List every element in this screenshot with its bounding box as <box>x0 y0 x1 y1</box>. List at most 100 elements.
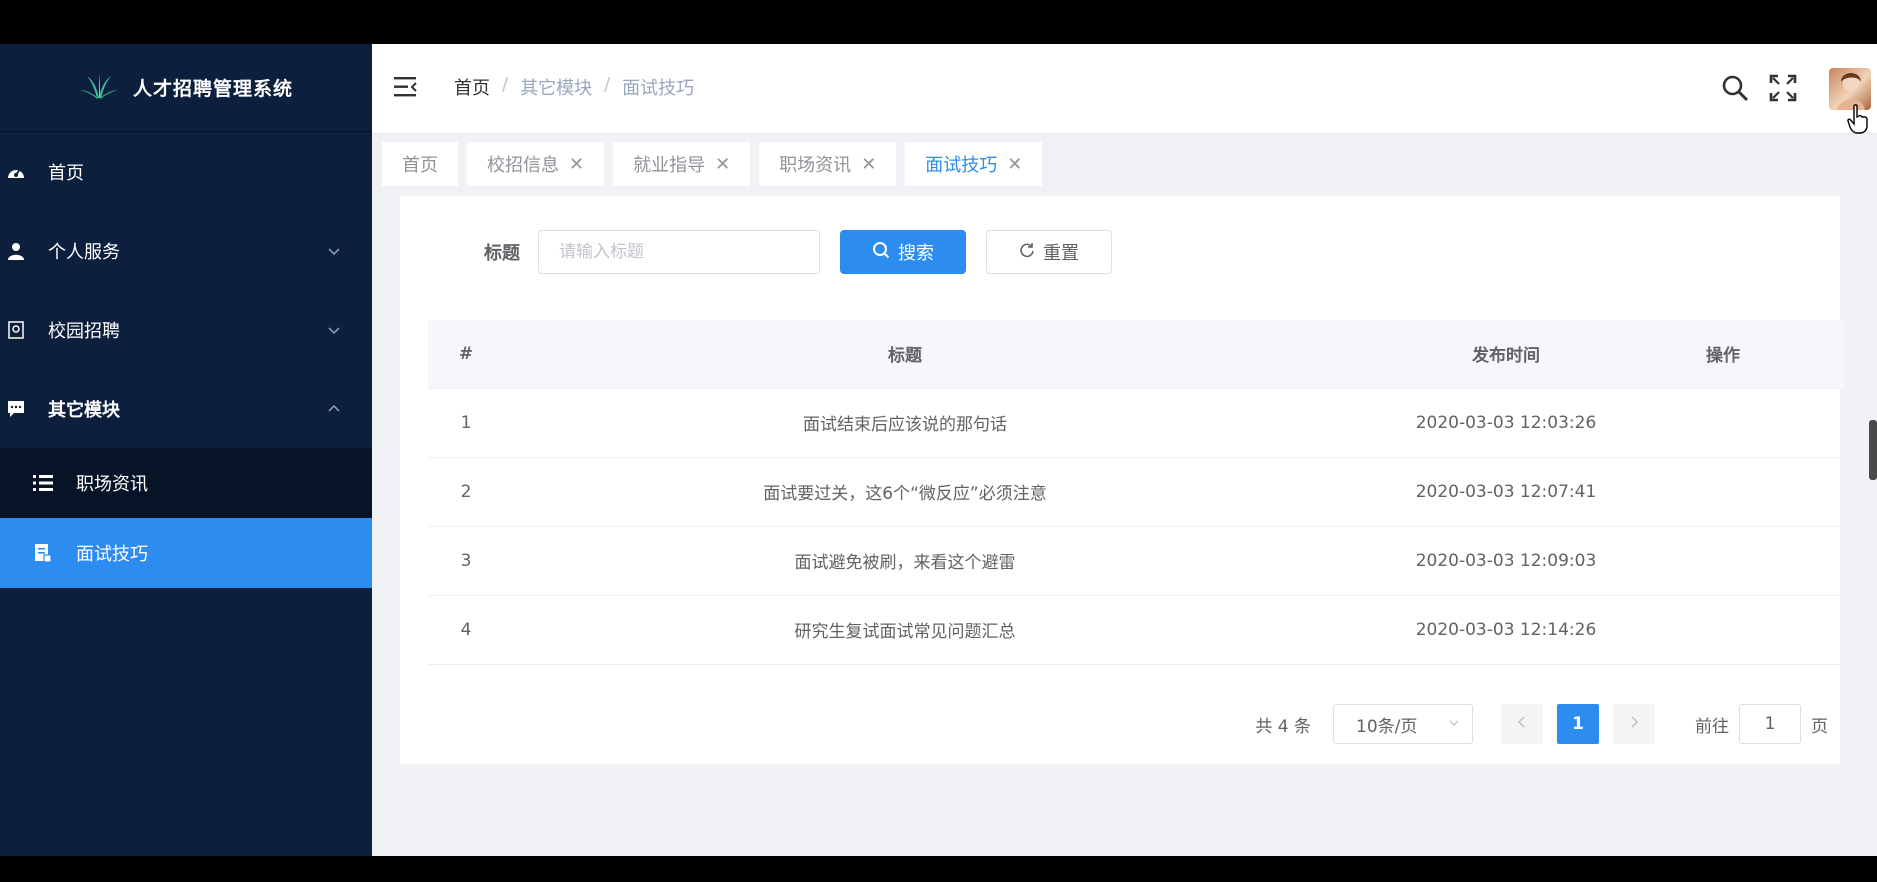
row-index: 1 <box>460 412 472 433</box>
close-icon[interactable]: ✕ <box>715 154 730 175</box>
dashboard-icon <box>6 162 26 182</box>
list-icon <box>32 472 54 494</box>
breadcrumb-separator: / <box>604 74 611 95</box>
breadcrumb: 首页 / 其它模块 / 面试技巧 <box>454 74 694 100</box>
tags-view: 首页 校招信息 ✕ 就业指导 ✕ 职场资讯 ✕ 面试技巧 ✕ <box>372 142 1877 188</box>
top-header: 首页 / 其它模块 / 面试技巧 <box>372 44 1877 134</box>
sidebar: 人才招聘管理系统 首页 个人服务 校园招聘 其它模块 职场资讯 面试技巧 <box>0 44 372 856</box>
tab-label: 就业指导 <box>633 155 706 176</box>
page-size-select[interactable]: 10条/页 <box>1333 704 1473 744</box>
chevron-down-icon <box>1448 714 1460 734</box>
brand: 人才招聘管理系统 <box>0 44 372 132</box>
sidebar-item-home[interactable]: 首页 <box>0 132 372 211</box>
sidebar-item-label: 首页 <box>48 162 84 184</box>
tab-home[interactable]: 首页 <box>382 142 458 186</box>
search-icon <box>872 241 890 264</box>
prev-page-button[interactable] <box>1501 704 1543 744</box>
page-number-current[interactable]: 1 <box>1557 704 1599 744</box>
tab-label: 首页 <box>402 155 438 176</box>
refresh-icon <box>1019 242 1035 263</box>
breadcrumb-separator: / <box>502 74 509 95</box>
menu-toggle-icon[interactable] <box>394 76 418 98</box>
message-icon <box>6 399 26 419</box>
submenu-other-modules: 职场资讯 面试技巧 <box>0 448 372 588</box>
fullscreen-icon[interactable] <box>1769 74 1797 102</box>
row-title: 研究生复试面试常见问题汇总 <box>794 622 1016 642</box>
row-index: 2 <box>460 481 472 502</box>
row-actions <box>1706 526 1844 595</box>
tab-label: 校招信息 <box>487 155 559 176</box>
sidebar-item-campus-recruit[interactable]: 校园招聘 <box>0 290 372 369</box>
chevron-up-icon <box>326 401 342 417</box>
sidebar-item-personal-service[interactable]: 个人服务 <box>0 211 372 290</box>
cursor-hand-icon <box>1847 104 1869 138</box>
sidebar-item-label: 职场资讯 <box>76 474 148 495</box>
sidebar-item-label: 面试技巧 <box>76 544 148 565</box>
tab-workplace-news[interactable]: 职场资讯 ✕ <box>759 142 897 186</box>
column-header-date: 发布时间 <box>1472 346 1540 367</box>
document-icon <box>32 542 54 564</box>
page-suffix: 页 <box>1811 716 1828 737</box>
app-title: 人才招聘管理系统 <box>132 78 293 100</box>
pagination-total: 共 4 条 <box>1255 716 1311 737</box>
column-header-title: 标题 <box>888 346 922 367</box>
breadcrumb-parent: 其它模块 <box>520 78 593 99</box>
sidebar-item-other-modules[interactable]: 其它模块 <box>0 369 372 448</box>
table-row[interactable]: 3 面试避免被刷，来看这个避雷 2020-03-03 12:09:03 <box>428 526 1844 595</box>
sidebar-item-label: 个人服务 <box>48 241 120 263</box>
page-size-value: 10条/页 <box>1356 716 1418 737</box>
close-icon[interactable]: ✕ <box>861 154 876 175</box>
content-card: 标题 搜索 重置 # 标题 发布时间 操作 <box>400 196 1844 764</box>
row-actions <box>1706 388 1844 457</box>
chevron-right-icon <box>1629 714 1639 734</box>
search-icon[interactable] <box>1721 74 1749 102</box>
reset-button[interactable]: 重置 <box>986 230 1112 274</box>
breadcrumb-home[interactable]: 首页 <box>454 74 490 100</box>
tab-interview-tips[interactable]: 面试技巧 ✕ <box>905 142 1043 186</box>
search-form: 标题 搜索 重置 <box>484 230 1112 274</box>
table-row[interactable]: 4 研究生复试面试常见问题汇总 2020-03-03 12:14:26 <box>428 595 1844 664</box>
page-jumper: 前往 页 <box>1695 704 1828 744</box>
sidebar-item-interview-tips[interactable]: 面试技巧 <box>0 518 372 588</box>
search-label: 标题 <box>484 243 520 264</box>
reset-button-label: 重置 <box>1043 243 1079 264</box>
row-title: 面试结束后应该说的那句话 <box>803 415 1007 435</box>
tab-career-guide[interactable]: 就业指导 ✕ <box>613 142 751 186</box>
next-page-button[interactable] <box>1613 704 1655 744</box>
goto-label: 前往 <box>1695 716 1729 737</box>
row-index: 4 <box>460 619 472 640</box>
sidebar-item-label: 校园招聘 <box>48 320 120 342</box>
title-search-input[interactable] <box>538 230 820 274</box>
campus-icon <box>6 320 26 340</box>
tab-campus-info[interactable]: 校招信息 ✕ <box>467 142 605 186</box>
sidebar-item-label: 其它模块 <box>48 399 120 421</box>
chevron-left-icon <box>1517 714 1527 734</box>
breadcrumb-current: 面试技巧 <box>622 78 695 99</box>
close-icon[interactable]: ✕ <box>569 154 584 175</box>
search-button[interactable]: 搜索 <box>840 230 966 274</box>
search-button-label: 搜索 <box>898 243 934 264</box>
scrollbar[interactable] <box>1869 420 1877 480</box>
sidebar-item-workplace-news[interactable]: 职场资讯 <box>0 448 372 518</box>
close-icon[interactable]: ✕ <box>1007 154 1022 175</box>
data-table: # 标题 发布时间 操作 1 面试结束后应该说的那句话 2020-03-03 1… <box>428 320 1844 665</box>
user-icon <box>6 241 26 261</box>
row-title: 面试避免被刷，来看这个避雷 <box>794 553 1016 573</box>
tab-label: 职场资讯 <box>779 155 852 176</box>
table-row[interactable]: 2 面试要过关，这6个“微反应”必须注意 2020-03-03 12:07:41 <box>428 457 1844 526</box>
row-date: 2020-03-03 12:07:41 <box>1415 481 1597 502</box>
row-title: 面试要过关，这6个“微反应”必须注意 <box>763 484 1047 504</box>
goto-page-input[interactable] <box>1739 704 1801 744</box>
row-date: 2020-03-03 12:09:03 <box>1415 550 1597 571</box>
column-header-actions: 操作 <box>1706 346 1740 367</box>
row-actions <box>1706 595 1844 664</box>
chevron-down-icon <box>326 243 342 259</box>
row-date: 2020-03-03 12:03:26 <box>1415 412 1597 433</box>
row-date: 2020-03-03 12:14:26 <box>1415 619 1597 640</box>
column-header-index: # <box>458 343 474 364</box>
logo-icon <box>79 72 119 104</box>
table-row[interactable]: 1 面试结束后应该说的那句话 2020-03-03 12:03:26 <box>428 388 1844 457</box>
row-actions <box>1706 457 1844 526</box>
row-index: 3 <box>460 550 472 571</box>
pagination: 共 4 条 10条/页 1 前往 页 <box>1255 704 1828 744</box>
